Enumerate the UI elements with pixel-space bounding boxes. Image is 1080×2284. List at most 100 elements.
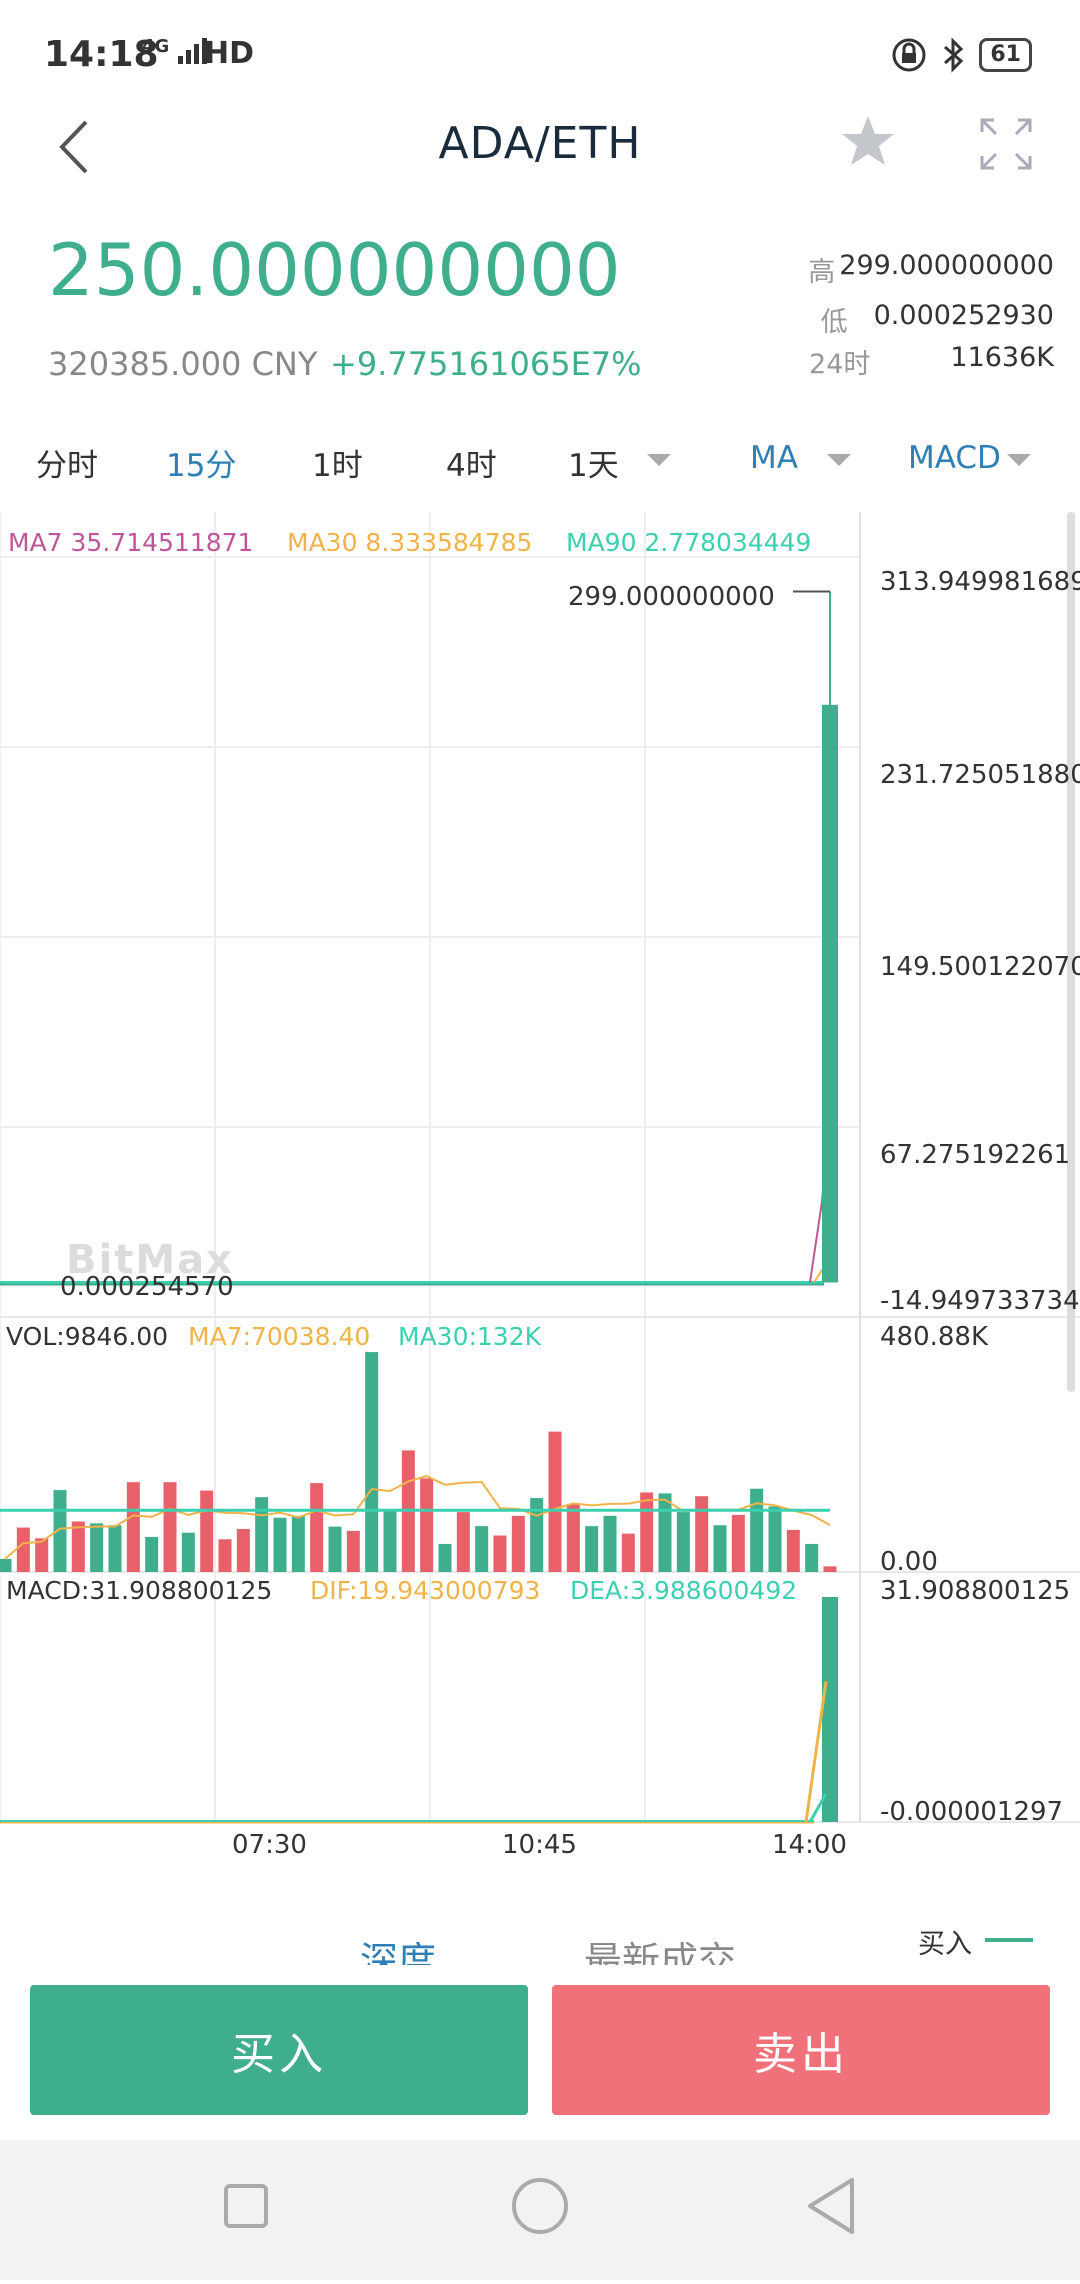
- status-icons: 61: [891, 30, 1032, 80]
- volume-bar: [585, 1526, 599, 1572]
- y-tick-3: 67.275192261: [880, 1140, 1071, 1170]
- depth-legend-buy: 买入: [918, 1929, 972, 1960]
- volume-bar: [750, 1488, 764, 1572]
- chevron-down-icon[interactable]: [647, 454, 671, 466]
- volume-bar: [90, 1523, 104, 1572]
- volume-bar: [511, 1515, 525, 1572]
- volume-bar: [731, 1514, 745, 1572]
- volume-bar: [71, 1521, 85, 1572]
- stat-high-label: 高: [808, 257, 836, 288]
- star-icon[interactable]: [838, 112, 898, 172]
- tab-15min[interactable]: 15分: [166, 440, 236, 485]
- signal-icon: [177, 38, 207, 64]
- tab-ma[interactable]: MA: [750, 440, 798, 476]
- x-tick-2: 14:00: [772, 1830, 847, 1860]
- legend-ma7-text: MA7 35.714511871: [8, 528, 254, 557]
- tab-timeshare[interactable]: 分时: [36, 440, 98, 485]
- sell-button[interactable]: 卖出: [552, 1985, 1050, 2115]
- action-bar: 买入 卖出: [0, 1965, 1080, 2140]
- stat-low: 低 0.000252930: [821, 300, 1054, 339]
- stat-high-value: 299.000000000: [839, 250, 1054, 281]
- interval-tabs: 分时 15分 1时 4时 1天 MA MACD: [0, 440, 1080, 500]
- chevron-down-icon[interactable]: [827, 454, 851, 466]
- watermark-logo: BitMax: [66, 1237, 234, 1283]
- tab-latest-trades[interactable]: 最新成交: [584, 1930, 736, 1970]
- network-label: 4G: [142, 36, 170, 57]
- volume-bar: [218, 1539, 232, 1572]
- vol-y-tick-top: 480.88K: [880, 1322, 989, 1352]
- volume-bar: [640, 1492, 654, 1572]
- volume-bar: [475, 1526, 489, 1572]
- volume-bar: [108, 1525, 122, 1572]
- volume-bar: [310, 1483, 324, 1572]
- status-bar: 14:18 4G HD 61: [0, 0, 1080, 110]
- tab-1h[interactable]: 1时: [312, 440, 363, 485]
- stat-24h-label: 24时: [809, 349, 871, 380]
- orderbook-tabs: 深度 最新成交 买入 卖出: [0, 1920, 1080, 1970]
- volume-bar: [548, 1431, 562, 1572]
- volume-bar: [768, 1506, 782, 1572]
- stat-24h-value: 11636K: [950, 342, 1054, 373]
- volume-bar: [163, 1482, 177, 1572]
- depth-legend-buy-line: [985, 1938, 1033, 1942]
- price-cny: 320385.000 CNY: [48, 345, 318, 383]
- stat-24h: 24时 11636K: [809, 342, 1054, 381]
- volume-bar: [456, 1512, 470, 1572]
- home-icon[interactable]: [512, 2178, 568, 2234]
- nav-icons: [224, 2178, 854, 2234]
- volume-bar: [273, 1517, 287, 1572]
- volume-bar: [713, 1525, 727, 1572]
- kline-chart[interactable]: MA7 35.714511871 MA30 8.333584785 MA90 2…: [0, 512, 1080, 1872]
- hd-badge: HD: [204, 36, 255, 71]
- volume-bar: [236, 1528, 250, 1572]
- lock-rotation-icon: [892, 38, 926, 72]
- system-nav-bar: [0, 2140, 1080, 2280]
- legend-ma30-text: MA30 8.333584785: [287, 528, 533, 557]
- legend-vol-ma7: MA7:70038.40: [188, 1322, 371, 1351]
- volume-bar: [658, 1493, 672, 1572]
- legend-ma90: MA90 2.778034449: [566, 528, 811, 557]
- recents-icon[interactable]: [224, 2184, 268, 2228]
- tab-1d[interactable]: 1天: [568, 440, 619, 485]
- x-tick-1: 10:45: [502, 1830, 577, 1860]
- legend-dif: DIF:19.943000793: [310, 1576, 541, 1605]
- stat-low-label: 低: [820, 307, 848, 338]
- volume-bar: [695, 1496, 709, 1572]
- fullscreen-icon[interactable]: [978, 116, 1034, 172]
- volume-bar: [786, 1529, 800, 1572]
- volume-bar: [181, 1532, 195, 1572]
- volume-bar: [0, 1558, 12, 1572]
- legend-ma7: MA7 35.714511871: [8, 528, 253, 557]
- price-change: +9.775161065E7%: [330, 345, 642, 383]
- vol-y-tick-bottom: 0.00: [880, 1547, 938, 1577]
- tab-4h[interactable]: 4时: [446, 440, 497, 485]
- tab-depth[interactable]: 深度: [360, 1930, 436, 1970]
- volume-bar: [621, 1533, 635, 1572]
- legend-vol: VOL:9846.00: [6, 1322, 169, 1351]
- tab-macd[interactable]: MACD: [908, 440, 1001, 476]
- buy-button[interactable]: 买入: [30, 1985, 528, 2115]
- legend-macd: MACD:31.908800125: [6, 1576, 273, 1605]
- chart-canvas: [0, 512, 1080, 1824]
- chevron-down-icon[interactable]: [1007, 454, 1031, 466]
- nav-back-icon[interactable]: [808, 2178, 854, 2234]
- volume-bar: [603, 1515, 617, 1572]
- legend-dea: DEA:3.988600492: [570, 1576, 798, 1605]
- volume-bar: [16, 1527, 30, 1572]
- volume-bar: [200, 1490, 214, 1572]
- volume-bar: [35, 1538, 49, 1572]
- volume-bar: [365, 1352, 379, 1572]
- volume-bar: [145, 1536, 159, 1572]
- volume-bar: [328, 1526, 342, 1572]
- network-indicator: 4G: [142, 36, 208, 66]
- battery-icon: 61: [979, 38, 1032, 72]
- max-price-label: 299.000000000: [568, 582, 775, 612]
- macd-y-tick-bottom: -0.000001297: [880, 1797, 1064, 1827]
- volume-bar: [255, 1497, 269, 1572]
- volume-bar: [823, 1566, 837, 1572]
- volume-bar: [420, 1478, 434, 1572]
- last-price: 250.000000000: [48, 228, 621, 312]
- page-title: ADA/ETH: [438, 118, 642, 169]
- bluetooth-icon: [944, 37, 964, 73]
- legend-vol-ma30: MA30:132K: [398, 1322, 542, 1351]
